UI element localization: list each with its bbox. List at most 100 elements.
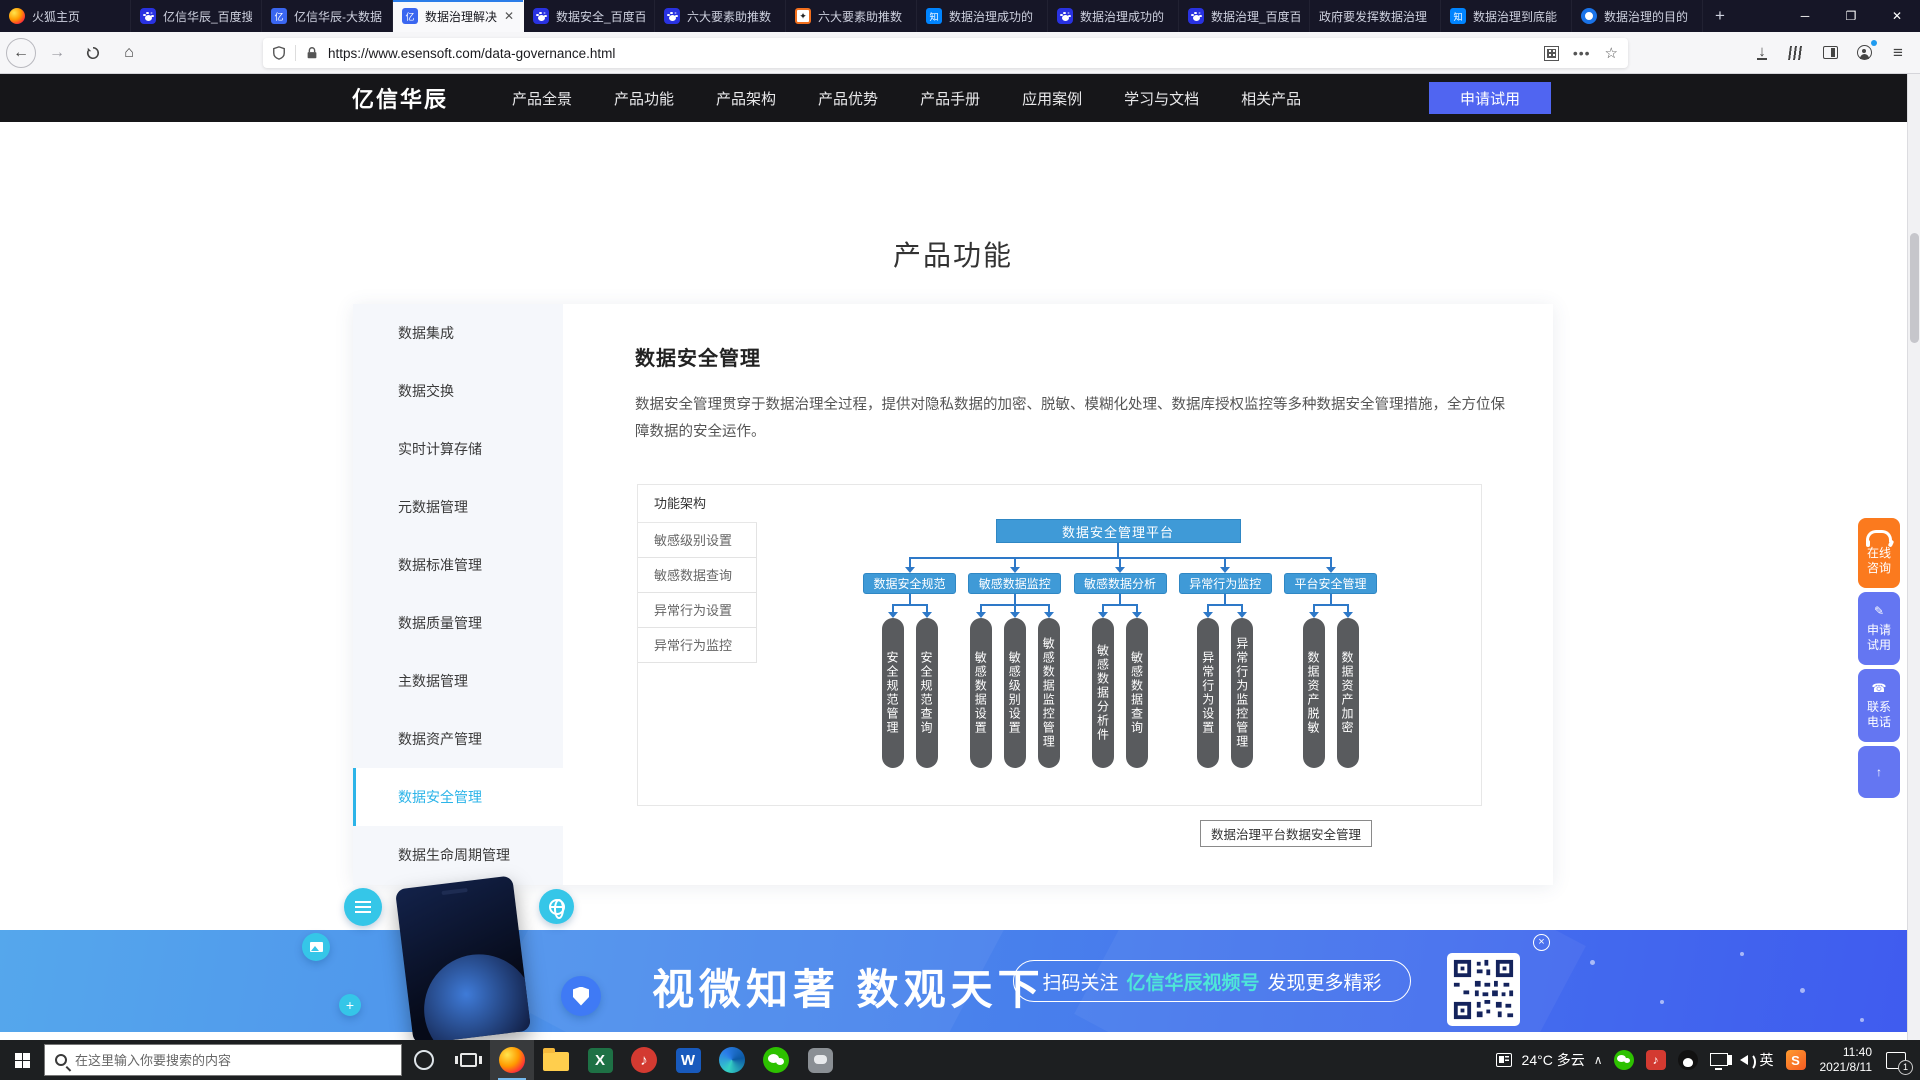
function-architecture-panel: 功能架构 敏感级别设置 敏感数据查询 异常行为设置 异常行为监控 数据安全管理平… (637, 484, 1482, 806)
taskbar-excel[interactable]: X (578, 1040, 622, 1080)
taskbar-firefox[interactable] (490, 1040, 534, 1080)
arrow-down-icon (1098, 604, 1108, 618)
browser-tab[interactable]: 数据治理成功的 (917, 0, 1048, 32)
banner-close-icon[interactable]: × (1533, 934, 1550, 951)
browser-tab[interactable]: 数据治理的目的 (1572, 0, 1703, 32)
arrow-down-icon (1010, 557, 1020, 573)
taskbar-edge[interactable] (710, 1040, 754, 1080)
taskbar-file-explorer[interactable] (534, 1040, 578, 1080)
taskbar-wechat[interactable] (754, 1040, 798, 1080)
browser-tab[interactable]: 六大要素助推数 (655, 0, 786, 32)
browser-tab[interactable]: 数据安全_百度百 (524, 0, 655, 32)
diagram-connector (909, 594, 911, 604)
nav-item-product-architecture[interactable]: 产品架构 (716, 88, 776, 109)
tray-volume[interactable] (1734, 1040, 1754, 1080)
banner-follow-pill[interactable]: 扫码关注亿信华辰视频号发现更多精彩 (1013, 960, 1411, 1002)
panel-label[interactable]: 功能架构 (638, 485, 757, 523)
back-to-top-button[interactable]: ↑ (1858, 746, 1900, 798)
menu-hamburger-icon[interactable]: ≡ (1884, 39, 1912, 67)
taskbar-search-box[interactable] (44, 1044, 402, 1076)
browser-tab[interactable]: 火狐主页 (0, 0, 131, 32)
forward-button[interactable]: → (42, 38, 72, 68)
news-widget-button[interactable] (1490, 1040, 1518, 1080)
window-close-button[interactable]: ✕ (1874, 0, 1920, 32)
news-icon (1496, 1053, 1512, 1067)
contact-phone-button[interactable]: ☎ 联系电话 (1858, 669, 1900, 742)
tray-qq[interactable] (1672, 1040, 1704, 1080)
ime-indicator[interactable]: 英 (1754, 1040, 1780, 1080)
nav-item-product-overview[interactable]: 产品全景 (512, 88, 572, 109)
tray-wechat[interactable] (1608, 1040, 1640, 1080)
sidebar-item-data-quality-management[interactable]: 数据质量管理 (353, 594, 563, 652)
tab-close-icon[interactable]: ✕ (504, 9, 514, 23)
online-consult-button[interactable]: 在线咨询 (1858, 518, 1900, 588)
new-tab-button[interactable]: + (1703, 0, 1737, 32)
taskbar-netease-music[interactable]: ♪ (622, 1040, 666, 1080)
taskbar-word[interactable]: W (666, 1040, 710, 1080)
scrollbar-thumb[interactable] (1910, 233, 1919, 343)
weather-text[interactable]: 24°C 多云 (1518, 1050, 1589, 1070)
site-logo[interactable]: 亿信华辰 (352, 82, 448, 114)
nav-item-learning-docs[interactable]: 学习与文档 (1124, 88, 1199, 109)
start-button[interactable] (0, 1040, 44, 1080)
sidebar-item-data-asset-management[interactable]: 数据资产管理 (353, 710, 563, 768)
qr-scan-icon[interactable] (1544, 46, 1559, 61)
action-center-icon[interactable]: 1 (1886, 1052, 1906, 1069)
browser-scrollbar[interactable] (1907, 74, 1920, 1040)
contact-phone-label: 联系电话 (1866, 700, 1892, 730)
sidebar-toggle-icon[interactable] (1816, 39, 1844, 67)
nav-item-related-products[interactable]: 相关产品 (1241, 88, 1301, 109)
taskbar-clock[interactable]: 11:40 2021/8/11 (1812, 1045, 1881, 1075)
task-view-button[interactable] (446, 1040, 490, 1080)
sidebar-item-data-lifecycle-management[interactable]: 数据生命周期管理 (353, 826, 563, 884)
panel-tab-sensitive-data-query[interactable]: 敏感数据查询 (638, 558, 757, 593)
browser-tab-active[interactable]: 数据治理解决✕ (393, 0, 524, 32)
url-text[interactable]: https://www.esensoft.com/data-governance… (328, 46, 1536, 61)
apply-trial-button[interactable]: 申请试用 (1429, 82, 1551, 114)
panel-tab-abnormal-behavior-monitor[interactable]: 异常行为监控 (638, 628, 757, 663)
home-button[interactable]: ⌂ (114, 38, 144, 68)
sidebar-item-realtime-compute-storage[interactable]: 实时计算存储 (353, 420, 563, 478)
sidebar-item-data-integration[interactable]: 数据集成 (353, 304, 563, 362)
sidebar-item-data-security-management[interactable]: 数据安全管理 (353, 768, 563, 826)
url-bar[interactable]: https://www.esensoft.com/data-governance… (263, 38, 1628, 68)
browser-tab[interactable]: 亿信华辰_百度搜 (131, 0, 262, 32)
apply-trial-float-button[interactable]: ✎ 申请试用 (1858, 592, 1900, 665)
sidebar-item-data-exchange[interactable]: 数据交换 (353, 362, 563, 420)
downloads-icon[interactable]: ↓ (1748, 39, 1776, 67)
globe-bubble-icon (539, 889, 574, 924)
cortana-button[interactable] (402, 1040, 446, 1080)
nav-item-product-manual[interactable]: 产品手册 (920, 88, 980, 109)
page-actions-icon[interactable]: ••• (1573, 45, 1591, 61)
sidebar-item-data-standard-management[interactable]: 数据标准管理 (353, 536, 563, 594)
window-maximize-button[interactable]: ❐ (1828, 0, 1874, 32)
account-icon[interactable] (1850, 39, 1878, 67)
panel-tab-abnormal-behavior-setting[interactable]: 异常行为设置 (638, 593, 757, 628)
back-button[interactable]: ← (6, 38, 36, 68)
panel-tab-sensitive-level-setting[interactable]: 敏感级别设置 (638, 523, 757, 558)
nav-item-product-advantages[interactable]: 产品优势 (818, 88, 878, 109)
browser-tab[interactable]: 六大要素助推数 (786, 0, 917, 32)
browser-tab[interactable]: 数据治理_百度百 (1179, 0, 1310, 32)
taskbar-app[interactable] (798, 1040, 842, 1080)
window-minimize-button[interactable]: ─ (1782, 0, 1828, 32)
library-icon[interactable] (1782, 39, 1810, 67)
browser-tab[interactable]: 亿信华辰-大数据 (262, 0, 393, 32)
browser-tab[interactable]: 数据治理成功的 (1048, 0, 1179, 32)
browser-tab[interactable]: 数据治理到底能 (1441, 0, 1572, 32)
promo-banner[interactable]: 视微知著 数观天下 扫码关注亿信华辰视频号发现更多精彩 × (0, 930, 1920, 1032)
sidebar-item-metadata-management[interactable]: 元数据管理 (353, 478, 563, 536)
tracking-shield-icon[interactable] (271, 45, 287, 61)
nav-item-use-cases[interactable]: 应用案例 (1022, 88, 1082, 109)
sidebar-item-master-data-management[interactable]: 主数据管理 (353, 652, 563, 710)
tray-sogou[interactable]: S (1780, 1040, 1812, 1080)
nav-item-product-features[interactable]: 产品功能 (614, 88, 674, 109)
lock-icon[interactable] (304, 45, 320, 61)
bookmark-star-icon[interactable]: ☆ (1605, 44, 1618, 62)
hidden-icons-chevron[interactable]: ∧ (1589, 1040, 1608, 1080)
search-input[interactable] (75, 1053, 365, 1068)
reload-button[interactable] (78, 38, 108, 68)
tray-netease[interactable]: ♪ (1640, 1040, 1672, 1080)
browser-tab[interactable]: 政府要发挥数据治理 (1310, 0, 1441, 32)
site-icon (1581, 8, 1597, 24)
